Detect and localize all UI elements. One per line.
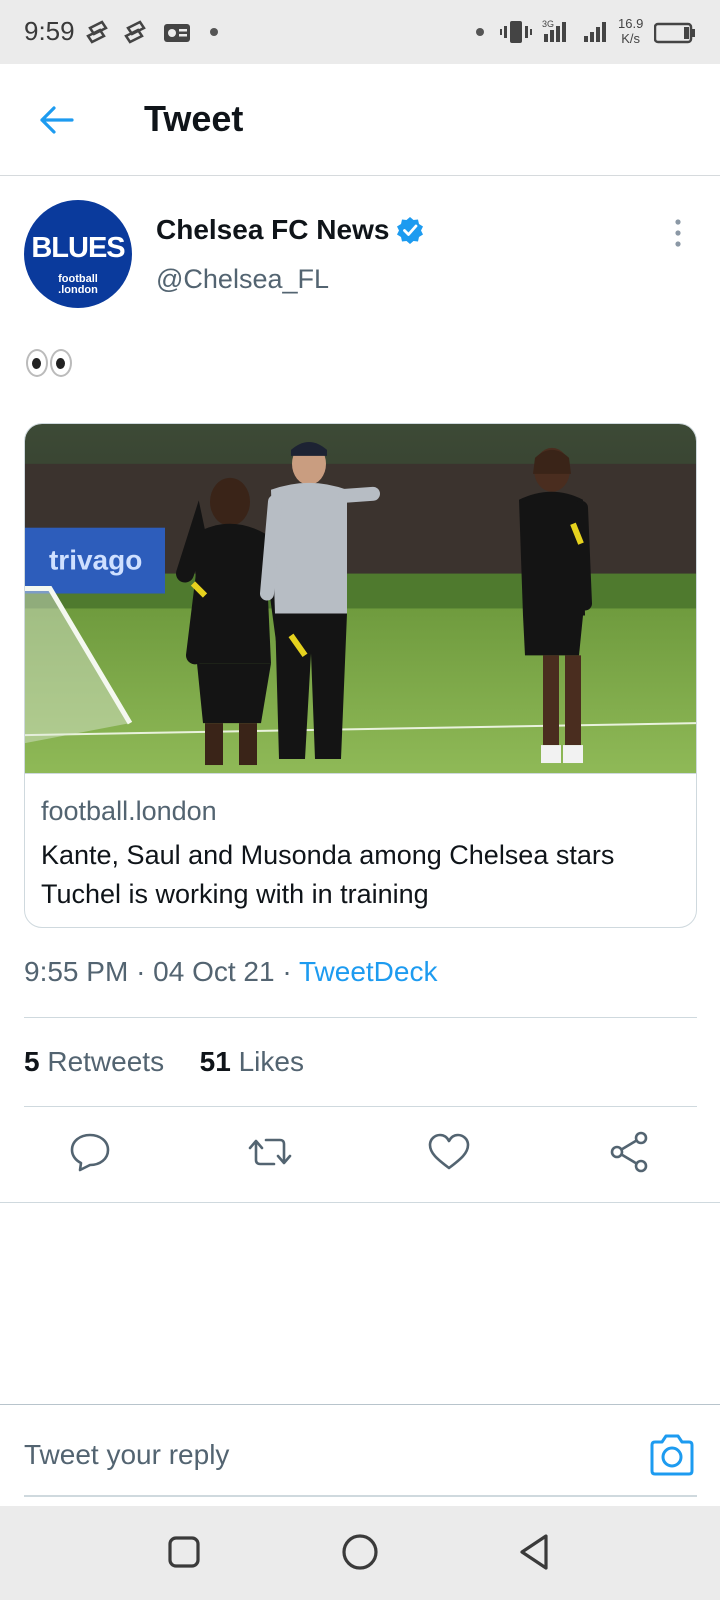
avatar-subtext-line-2: .london [58,284,98,296]
notification-dot [476,28,484,36]
card-title: Kante, Saul and Musonda among Chelsea st… [41,840,615,909]
svg-text:3G: 3G [542,19,554,29]
meta-separator: · [282,956,299,987]
tweet-time: 9:55 PM [24,956,129,987]
retweet-icon[interactable] [246,1128,294,1176]
status-bar: 9:59 3G 16.9 K/s [0,0,720,64]
author-name[interactable]: Chelsea FC News [156,214,389,246]
avatar-subtext: football .london [24,274,132,296]
radio-notification-icon [164,24,190,42]
avatar-text: BLUES [31,232,125,264]
reply-bar: Tweet your reply [0,1404,720,1506]
tweet-timestamp: 9:55 PM · 04 Oct 21 · TweetDeck [24,956,437,988]
divider [24,1106,697,1107]
banner-text: trivago [49,545,142,576]
tweet-date: 04 Oct 21 [153,956,275,987]
retweets-count: 5 [24,1046,40,1077]
back-nav-icon[interactable] [514,1530,558,1574]
home-icon[interactable] [338,1530,382,1574]
reply-icon[interactable] [66,1128,114,1176]
signal-icon [584,22,606,42]
card-domain: football.london [41,796,217,826]
notification-dot [210,28,218,36]
status-time: 9:59 [24,16,75,46]
tweet-text [26,344,74,386]
network-speed: 16.9 K/s [618,16,643,46]
link-notification-icon-2 [124,20,146,44]
likes-count: 51 [199,1046,231,1077]
like-heart-icon[interactable] [425,1128,473,1176]
tweet-source-link[interactable]: TweetDeck [299,956,438,987]
link-notification-icon [86,20,108,44]
battery-icon [654,22,695,44]
share-icon[interactable] [605,1128,653,1176]
author-avatar[interactable]: BLUES football .london [24,200,132,308]
divider [24,1017,697,1018]
top-app-bar: Tweet [0,64,720,176]
likes-label: Likes [238,1046,304,1077]
reply-input[interactable]: Tweet your reply [24,1439,229,1471]
link-preview-card[interactable]: trivago football.london Kante, Saul and … [24,423,697,928]
network-speed-value: 16.9 [618,16,644,31]
page-title: Tweet [144,98,244,139]
more-options-icon[interactable] [666,218,690,248]
recent-apps-icon[interactable] [162,1530,206,1574]
retweets-stat[interactable]: 5 Retweets [24,1046,164,1077]
network-speed-unit: K/s [621,31,641,46]
divider [0,1202,720,1203]
camera-icon[interactable] [648,1433,696,1477]
system-nav-bar [0,1506,720,1600]
signal-4g-icon: 3G [542,19,566,42]
eyes-emoji-icon [26,344,74,385]
retweets-label: Retweets [47,1046,165,1077]
author-handle[interactable]: @Chelsea_FL [156,264,329,295]
back-arrow-icon[interactable] [32,96,80,144]
card-image: trivago [25,424,696,774]
vibrate-icon [500,21,532,43]
reply-underline [24,1495,697,1497]
meta-separator: · [136,956,154,987]
tweet-stats: 5 Retweets 51 Likes [24,1046,304,1078]
likes-stat[interactable]: 51 Likes [200,1046,304,1077]
verified-badge-icon [397,217,423,244]
